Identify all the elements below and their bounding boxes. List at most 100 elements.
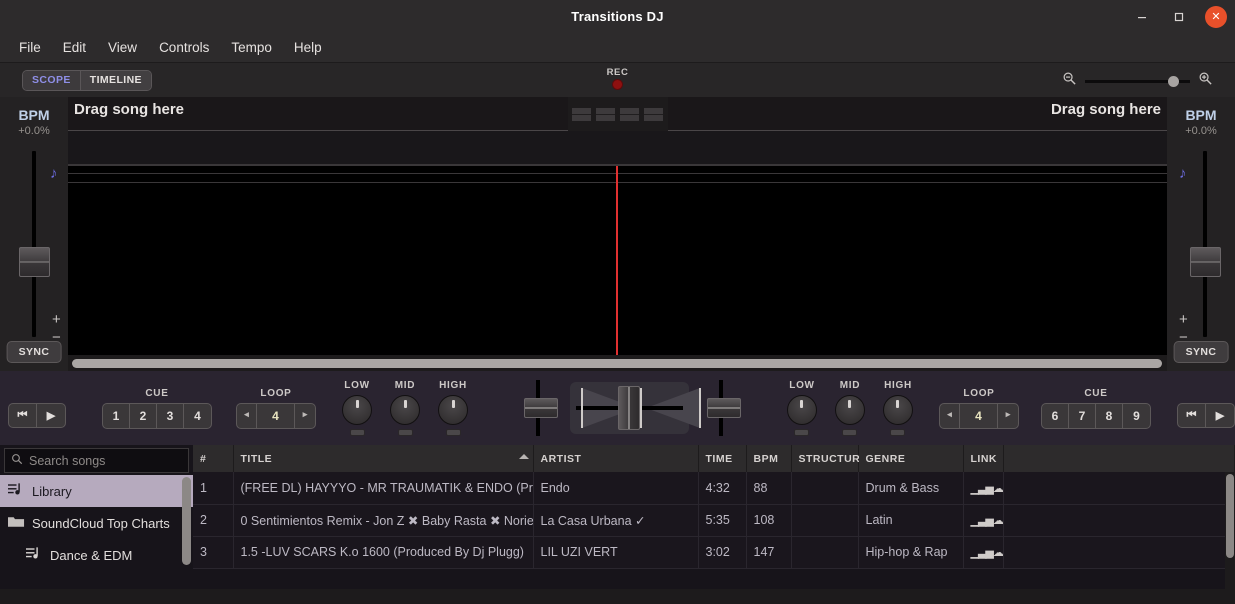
deck-left-cue-2[interactable]: 2: [130, 403, 157, 428]
column-header-time[interactable]: TIME: [698, 445, 747, 472]
sidebar-item-soundcloud-top-charts[interactable]: SoundCloud Top Charts: [0, 507, 193, 539]
deck-right-loop-next-icon[interactable]: ▸: [998, 404, 1018, 428]
deck-right-cue-6[interactable]: 6: [1042, 403, 1069, 428]
deck-right-pitch-plus[interactable]: +: [1179, 312, 1188, 327]
deck-left-mid-kill[interactable]: [397, 429, 413, 436]
soundcloud-icon[interactable]: ▁▃▅☁: [971, 483, 1003, 495]
table-row[interactable]: 3 1.5 -LUV SCARS K.o 1600 (Produced By D…: [193, 536, 1235, 569]
close-icon[interactable]: ✕: [1205, 5, 1227, 28]
column-header-index[interactable]: #: [193, 445, 234, 472]
sidebar-item-library[interactable]: Library: [0, 475, 193, 507]
deck-right-mid-knob[interactable]: [834, 395, 865, 425]
track-table: # TITLE ARTIST TIME BPM STRUCTURE GENRE …: [193, 445, 1235, 569]
cell-filler: [1003, 472, 1235, 505]
table-row[interactable]: 1 (FREE DL) HAYYYO - MR TRAUMATIK & ENDO…: [193, 472, 1235, 505]
deck-left-drop-target[interactable]: Drag song here: [68, 97, 568, 131]
deck-right-mid-kill[interactable]: [842, 429, 858, 436]
deck-right-volume-thumb[interactable]: [706, 398, 741, 418]
waveform-overview[interactable]: [68, 131, 1167, 165]
deck-right-drop-target[interactable]: Drag song here: [667, 97, 1167, 131]
deck-left-cue-4[interactable]: 4: [184, 404, 211, 428]
maximize-icon[interactable]: [1168, 6, 1190, 28]
waveform-scope[interactable]: [68, 165, 1167, 355]
deck-right-cue-7[interactable]: 7: [1069, 403, 1096, 428]
crossfader-thumb[interactable]: [618, 386, 641, 430]
sidebar-scrollbar-thumb[interactable]: [182, 477, 191, 565]
deck-left-mid-knob[interactable]: [390, 395, 420, 425]
table-row[interactable]: 2 0 Sentimientos Remix - Jon Z ✖ Baby Ra…: [193, 504, 1235, 537]
zoom-out-icon[interactable]: [1062, 71, 1077, 91]
deck-right-cue-9[interactable]: 9: [1123, 404, 1150, 428]
deck-right-high-kill[interactable]: [890, 429, 906, 436]
deck-left-cue-1[interactable]: 1: [103, 403, 130, 428]
search-input[interactable]: Search songs: [29, 454, 105, 468]
record-dot[interactable]: [612, 79, 623, 90]
column-header-title-label: TITLE: [240, 452, 273, 465]
column-header-structure[interactable]: STRUCTURE: [791, 445, 867, 472]
deck-left-cue-3[interactable]: 3: [157, 403, 184, 428]
table-scrollbar[interactable]: [1225, 472, 1235, 589]
deck-right-low-knob[interactable]: [786, 395, 817, 425]
column-header-link[interactable]: LINK: [963, 445, 1004, 472]
deck-right-high-knob[interactable]: [882, 395, 913, 425]
zoom-slider[interactable]: [1085, 75, 1190, 87]
deck-left-loop-prev-icon[interactable]: ◂: [237, 403, 257, 428]
search-box[interactable]: Search songs: [4, 448, 189, 473]
column-header-artist[interactable]: ARTIST: [533, 445, 699, 472]
deck-right-low-kill[interactable]: [794, 429, 810, 436]
deck-left-loop-next-icon[interactable]: ▸: [295, 404, 315, 428]
cell-link[interactable]: ▁▃▅☁: [963, 472, 1004, 505]
deck-right-loop-prev-icon[interactable]: ◂: [940, 403, 960, 428]
soundcloud-icon[interactable]: ▁▃▅☁: [971, 547, 1003, 559]
table-scrollbar-thumb[interactable]: [1226, 474, 1234, 558]
cell-link[interactable]: ▁▃▅☁: [963, 536, 1004, 569]
minimize-icon[interactable]: [1131, 6, 1153, 28]
menu-view[interactable]: View: [97, 36, 148, 59]
menu-help[interactable]: Help: [283, 36, 333, 59]
deck-right-play-icon[interactable]: ▶: [1206, 404, 1234, 427]
deck-left-loop-value[interactable]: 4: [257, 403, 295, 428]
tab-scope[interactable]: SCOPE: [23, 70, 80, 90]
deck-right-eq-high: HIGH: [882, 380, 913, 436]
sidebar-item-dance-edm[interactable]: Dance & EDM: [0, 539, 193, 571]
menu-controls[interactable]: Controls: [148, 36, 220, 59]
deck-right-sync-button[interactable]: SYNC: [1173, 341, 1229, 363]
deck-left-pitch-thumb[interactable]: [19, 247, 50, 277]
crossfader[interactable]: [570, 382, 702, 434]
deck-left-high-kill[interactable]: [445, 429, 461, 436]
deck-right-pitch-slider[interactable]: [1203, 151, 1207, 337]
music-note-icon[interactable]: ♪: [50, 165, 58, 182]
deck-left-pitch-slider[interactable]: [32, 151, 36, 337]
menu-file[interactable]: File: [8, 36, 52, 59]
deck-right-volume-fader[interactable]: [706, 380, 741, 436]
menu-tempo[interactable]: Tempo: [220, 36, 283, 59]
deck-right-pitch-thumb[interactable]: [1190, 247, 1221, 277]
tab-timeline[interactable]: TIMELINE: [79, 70, 151, 90]
sidebar-scrollbar[interactable]: [182, 475, 191, 587]
zoom-slider-thumb[interactable]: [1168, 75, 1179, 87]
soundcloud-icon[interactable]: ▁▃▅☁: [971, 515, 1003, 527]
deck-left-cue-group: CUE 1 2 3 4: [102, 388, 212, 429]
cell-link[interactable]: ▁▃▅☁: [963, 504, 1004, 537]
deck-right-loop-value[interactable]: 4: [960, 403, 998, 428]
column-header-bpm[interactable]: BPM: [746, 445, 792, 472]
deck-left-skip-start-icon[interactable]: ⏮: [9, 404, 37, 427]
zoom-in-icon[interactable]: [1198, 71, 1213, 91]
deck-right-skip-start-icon[interactable]: ⏮: [1178, 404, 1206, 427]
deck-left-volume-thumb[interactable]: [524, 398, 558, 418]
deck-right-cue-8[interactable]: 8: [1096, 403, 1123, 428]
column-header-title[interactable]: TITLE: [233, 445, 534, 472]
deck-left-play-icon[interactable]: ▶: [37, 404, 65, 427]
waveform-scrollbar-thumb[interactable]: [72, 358, 1162, 368]
column-header-genre[interactable]: GENRE: [858, 445, 964, 472]
deck-left-sync-button[interactable]: SYNC: [6, 341, 62, 363]
deck-left-high-knob[interactable]: [438, 395, 468, 425]
music-note-icon[interactable]: ♪: [1179, 165, 1187, 182]
waveform-scrollbar[interactable]: [68, 355, 1167, 371]
deck-left-low-kill[interactable]: [349, 429, 365, 436]
cell-genre: Latin: [858, 504, 964, 537]
deck-left-pitch-plus[interactable]: +: [52, 312, 61, 327]
deck-left-volume-fader[interactable]: [524, 380, 558, 436]
deck-left-low-knob[interactable]: [342, 395, 372, 425]
menu-edit[interactable]: Edit: [52, 36, 97, 59]
